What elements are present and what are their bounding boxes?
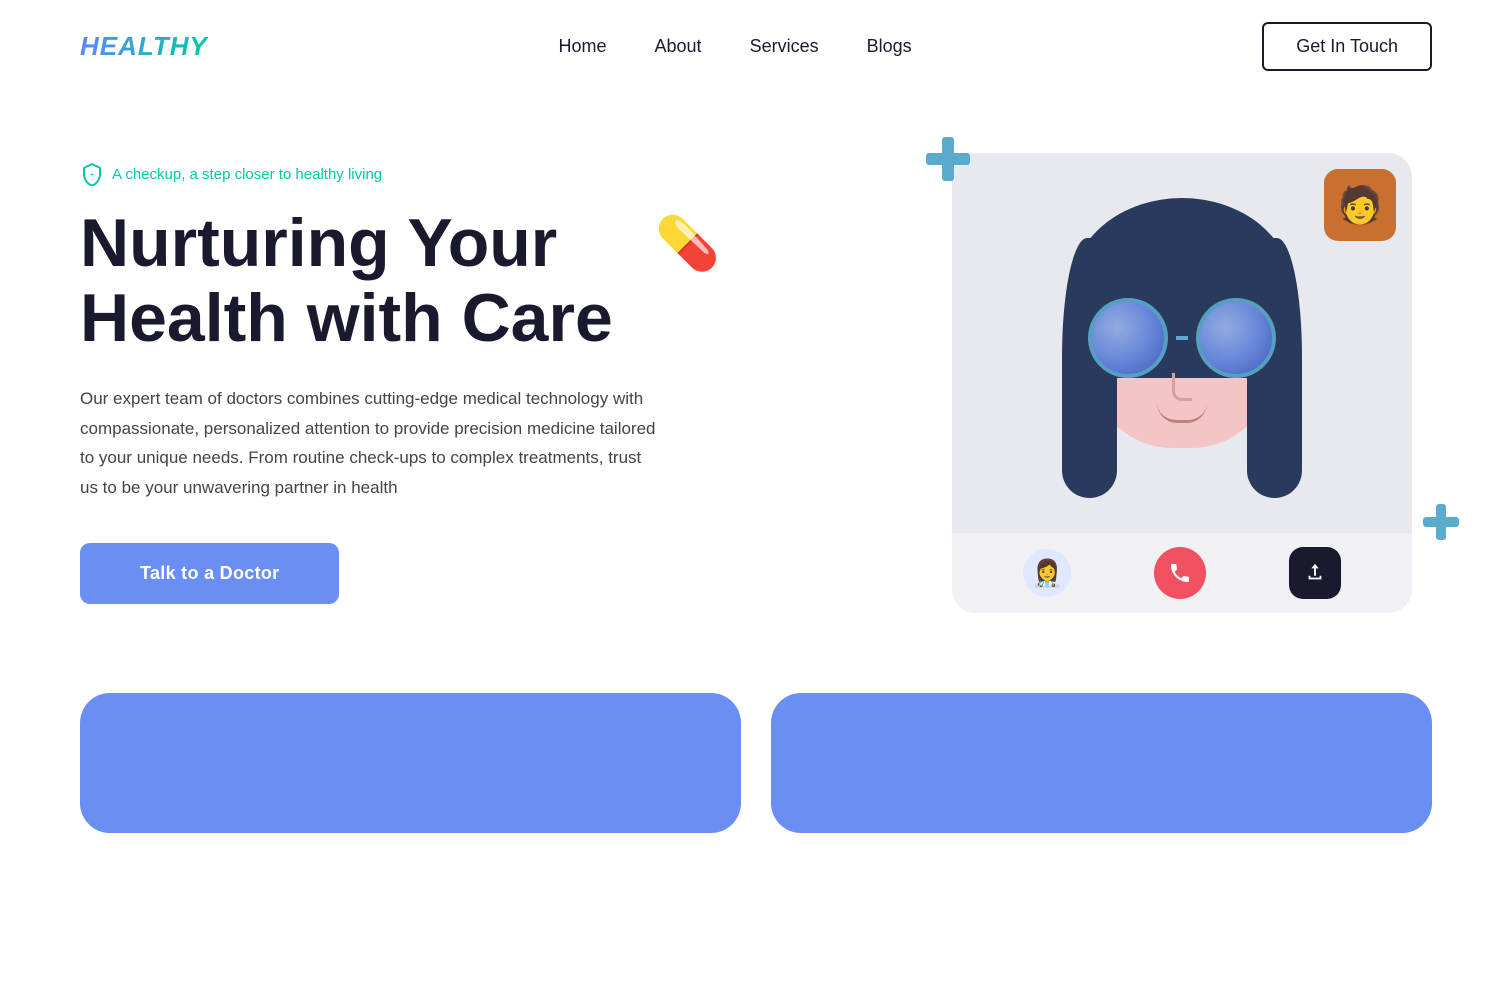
hero-section: + A checkup, a step closer to healthy li…	[0, 93, 1512, 653]
nav-services[interactable]: Services	[750, 36, 819, 56]
hero-tagline: + A checkup, a step closer to healthy li…	[80, 162, 660, 186]
nose	[1172, 373, 1192, 401]
plus-bottom-right-icon	[1420, 501, 1462, 553]
bottom-card-left	[80, 693, 741, 833]
talk-to-doctor-button[interactable]: Talk to a Doctor	[80, 543, 339, 604]
nav-home[interactable]: Home	[559, 36, 607, 56]
doctor-icon: 👩‍⚕️	[1031, 558, 1063, 589]
hero-title: Nurturing Your Health with Care 💊	[80, 206, 660, 356]
bottom-cards	[0, 693, 1512, 833]
navbar: HEALTHY Home About Services Blogs Get In…	[0, 0, 1512, 93]
tagline-text: A checkup, a step closer to healthy livi…	[112, 166, 382, 183]
video-control-bar: 👩‍⚕️	[952, 533, 1412, 613]
character-face	[1042, 198, 1322, 518]
pip-person-icon: 🧑	[1338, 184, 1383, 226]
share-button[interactable]	[1289, 547, 1341, 599]
hero-title-line1: Nurturing Your	[80, 205, 557, 281]
nav-about[interactable]: About	[655, 36, 702, 56]
glasses	[1088, 298, 1276, 378]
left-lens	[1088, 298, 1168, 378]
hero-description: Our expert team of doctors combines cutt…	[80, 384, 660, 503]
svg-text:+: +	[90, 170, 95, 179]
nav-links: Home About Services Blogs	[559, 36, 912, 57]
nav-blogs[interactable]: Blogs	[867, 36, 912, 56]
pip-video: 🧑	[1324, 169, 1396, 241]
hero-left: + A checkup, a step closer to healthy li…	[80, 162, 660, 604]
hero-right: 🧑	[952, 153, 1432, 613]
video-main-area: 🧑	[952, 153, 1412, 533]
video-call-card: 🧑	[952, 153, 1412, 613]
doctor-avatar: 👩‍⚕️	[1023, 549, 1071, 597]
shield-icon: +	[80, 162, 104, 186]
plus-top-left-icon	[922, 133, 974, 197]
pill-emoji: 💊	[655, 216, 720, 273]
right-lens	[1196, 298, 1276, 378]
hero-title-line2: Health with Care	[80, 280, 613, 356]
logo: HEALTHY	[80, 31, 208, 62]
get-in-touch-button[interactable]: Get In Touch	[1262, 22, 1432, 71]
end-call-button[interactable]	[1154, 547, 1206, 599]
glasses-bridge	[1176, 336, 1188, 340]
bottom-card-right	[771, 693, 1432, 833]
